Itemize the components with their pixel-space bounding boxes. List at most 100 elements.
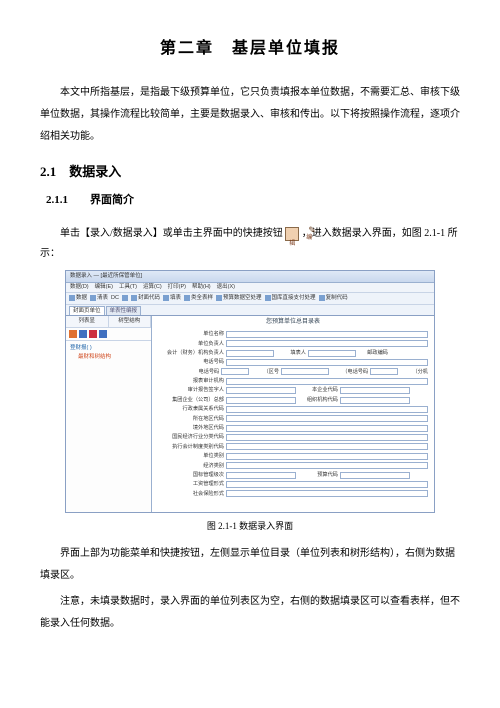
lbl-phone2: 电话号码: [158, 368, 219, 376]
tb-fill[interactable]: 填表: [163, 294, 181, 303]
lbl-admin-code: 行政隶属关系代码: [158, 405, 224, 413]
tb-all-style[interactable]: 类全表样: [184, 294, 213, 303]
menu-data[interactable]: 数据(D): [70, 283, 89, 292]
db-icon: [69, 295, 75, 301]
fld-areacode[interactable]: [221, 368, 249, 375]
form-pane: 您预算单位总目录表 单位名称 单位负责人 会计（财务）机构负责人 填表人 邮政编…: [152, 316, 434, 512]
window-title: 数据录入 — [最近所保管单位]: [70, 272, 142, 281]
lbl-telno: （电话号码: [331, 368, 368, 376]
fill-icon: [163, 295, 169, 301]
fld-overseas-code[interactable]: [226, 425, 428, 432]
screenshot-figure: 数据录入 — [最近所保管单位] 数据(D) 编辑(E) 工具(T) 运算(C)…: [65, 270, 435, 513]
tb-budget-empty[interactable]: 预算数据空处理: [216, 294, 262, 303]
fld-org-code[interactable]: [340, 397, 410, 404]
menu-calc[interactable]: 运算(C): [143, 283, 162, 292]
fld-acct-head[interactable]: [226, 350, 274, 357]
lbl-unit-type: 单位类别: [158, 452, 224, 460]
fld-telno[interactable]: [281, 368, 329, 375]
lbl-region-code: 所在地区代码: [158, 415, 224, 423]
fld-econ-type[interactable]: [226, 462, 428, 469]
description-1: 界面上部为功能菜单和快捷按钮，左侧显示单位目录（单位列表和树形结构），右侧为数据…: [40, 543, 460, 587]
fld-ext[interactable]: [370, 368, 398, 375]
intro-paragraph: 本文中所指基层，是指最下级预算单位，它只负责填报本单位数据，不需要汇总、审核下级…: [40, 82, 460, 148]
left-icon-1[interactable]: [69, 330, 77, 338]
tree-sub[interactable]: 最财和树结构: [70, 353, 147, 362]
sep-icon: [122, 295, 128, 301]
fld-ent-code[interactable]: [340, 387, 410, 394]
tb-cover-code[interactable]: 封面代码: [131, 294, 160, 303]
lbl-postcode: 邮政编码: [358, 349, 388, 357]
chapter-title: 第二章 基层单位填报: [40, 36, 460, 62]
fld-unit-name[interactable]: [226, 331, 428, 338]
tb-data[interactable]: 数据: [69, 294, 87, 303]
lbl-ent-code: 本企业代码: [298, 386, 338, 394]
lbl-areacode: （区号: [251, 368, 279, 376]
form-banner: 您预算单位总目录表: [152, 316, 434, 329]
style-icon: [184, 295, 190, 301]
menu-edit[interactable]: 编辑(E): [95, 283, 113, 292]
body-area: 列表显 树型结构 登财报( ) 最财和树结构 您预算单位总目录表 单位名称 单位…: [66, 316, 434, 512]
tab-cover-unit[interactable]: 封面页单位: [69, 306, 105, 315]
lbl-wage-mgmt: 工资管理形式: [158, 480, 224, 488]
fld-audit-signer[interactable]: [226, 387, 296, 394]
edit-icon: 编辑: [285, 227, 299, 241]
fld-acct-sys-code[interactable]: [226, 443, 428, 450]
instruction-pre: 单击【录入/数据录入】或单击主界面中的快捷按钮: [60, 228, 283, 239]
fld-admin-code[interactable]: [226, 406, 428, 413]
fld-budget-code[interactable]: [340, 472, 410, 479]
toolbar: 数据 清表 DC 封面代码 填表 类全表样 预算数据空处理 国库直接支付处理 复…: [66, 293, 434, 305]
lbl-overseas-code: 境外地区代码: [158, 424, 224, 432]
fld-unit-type[interactable]: [226, 453, 428, 460]
fld-social-ins[interactable]: [226, 490, 428, 497]
left-tool-icons: [66, 328, 151, 341]
copy-icon: [319, 295, 325, 301]
tb-treasury[interactable]: 国库直接支付处理: [265, 294, 316, 303]
left-tabs: 列表显 树型结构: [66, 316, 151, 328]
lbl-audit-org: 报表审计机构: [158, 377, 224, 385]
tab-strip: 封面页单位 单表性编报: [66, 305, 434, 316]
lbl-unit-name: 单位名称: [158, 330, 224, 338]
menu-help[interactable]: 帮助(H): [192, 283, 211, 292]
treasury-icon: [265, 295, 271, 301]
left-tab-list[interactable]: 列表显: [66, 316, 109, 327]
code-icon: [131, 295, 137, 301]
tree-root[interactable]: 登财报( ): [70, 344, 147, 353]
fld-gb-level[interactable]: [226, 472, 296, 479]
budget-icon: [216, 295, 222, 301]
lbl-phone1: 电话号码: [158, 358, 224, 366]
lbl-audit-signer: 审计报告签字人: [158, 386, 224, 394]
fld-wage-mgmt[interactable]: [226, 481, 428, 488]
section-2-1-1-heading: 2.1.1 界面简介: [46, 192, 460, 210]
tb-sep: [122, 295, 128, 301]
lbl-acct-sys-code: 执行会计制度类别代码: [158, 443, 224, 451]
menu-exit[interactable]: 退出(X): [217, 283, 235, 292]
fld-filler[interactable]: [308, 350, 356, 357]
instruction-line: 单击【录入/数据录入】或单击主界面中的快捷按钮 编辑 ，进入数据录入界面，如图 …: [40, 224, 460, 264]
left-icon-2[interactable]: [79, 330, 87, 338]
fld-audit-org[interactable]: [226, 378, 428, 385]
unit-tree[interactable]: 登财报( ) 最财和树结构: [66, 341, 151, 365]
lbl-econ-type: 经济类别: [158, 462, 224, 470]
lbl-filler: 填表人: [276, 349, 306, 357]
left-tab-tree[interactable]: 树型结构: [109, 316, 152, 327]
lbl-gb-level: 国标管理级次: [158, 471, 224, 479]
fld-group-hq[interactable]: [226, 397, 296, 404]
section-2-1-heading: 2.1 数据录入: [40, 162, 460, 183]
lbl-ext: （分机: [400, 368, 428, 376]
left-icon-4[interactable]: [99, 330, 107, 338]
tab-single-report[interactable]: 单表性编报: [106, 306, 142, 315]
lbl-org-code: 组织机构代码: [298, 396, 338, 404]
fld-industry-code[interactable]: [226, 434, 428, 441]
menu-print[interactable]: 打印(P): [168, 283, 186, 292]
description-2: 注意，未填录数据时，录入界面的单位列表区为空，右侧的数据填录区可以查看表样，但不…: [40, 591, 460, 635]
tb-dc[interactable]: DC: [111, 294, 119, 303]
tb-copy-code[interactable]: 复制代码: [319, 294, 348, 303]
lbl-group-hq: 集团企业（公司）总部: [158, 396, 224, 404]
fld-phone1[interactable]: [226, 359, 428, 366]
fld-region-code[interactable]: [226, 415, 428, 422]
menu-tools[interactable]: 工具(T): [119, 283, 137, 292]
left-icon-3[interactable]: [89, 330, 97, 338]
tb-clear[interactable]: 清表: [90, 294, 108, 303]
fld-unit-head[interactable]: [226, 340, 428, 347]
menu-bar[interactable]: 数据(D) 编辑(E) 工具(T) 运算(C) 打印(P) 帮助(H) 退出(X…: [66, 283, 434, 293]
